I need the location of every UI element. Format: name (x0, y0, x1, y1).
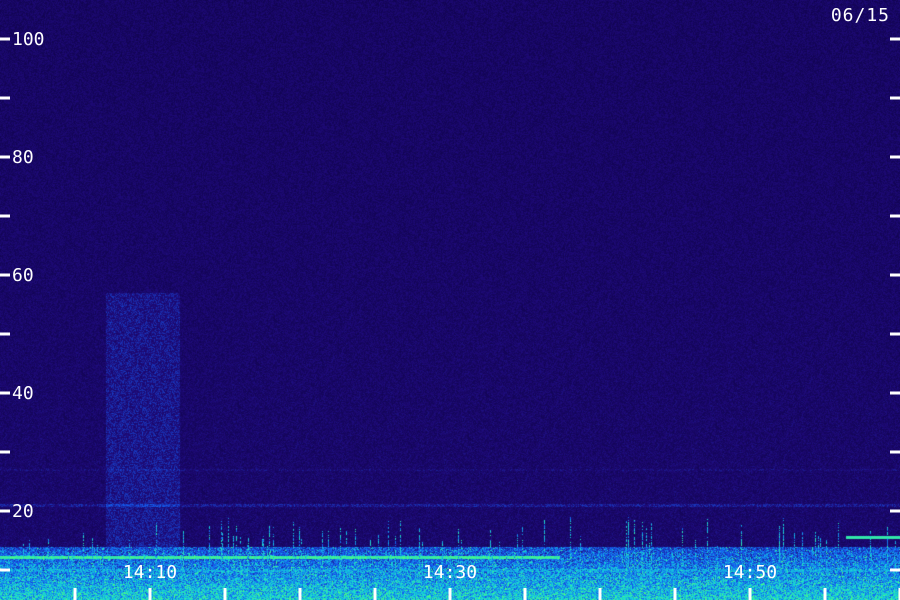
y-tick-label-20: 20 (12, 501, 34, 522)
spectrogram-chart: 20 40 60 80 100 14:10 14:30 14:50 06/15 (0, 0, 900, 600)
x-tick-label-1: 14:30 (423, 562, 477, 583)
x-tick-label-0: 14:10 (123, 562, 177, 583)
y-tick-label-100: 100 (12, 29, 45, 50)
y-tick-label-80: 80 (12, 147, 34, 168)
date-label: 06/15 (830, 5, 890, 26)
x-tick-label-2: 14:50 (723, 562, 777, 583)
y-tick-label-40: 40 (12, 383, 34, 404)
axis-overlay: 20 40 60 80 100 14:10 14:30 14:50 (0, 29, 900, 600)
y-tick-label-60: 60 (12, 265, 34, 286)
